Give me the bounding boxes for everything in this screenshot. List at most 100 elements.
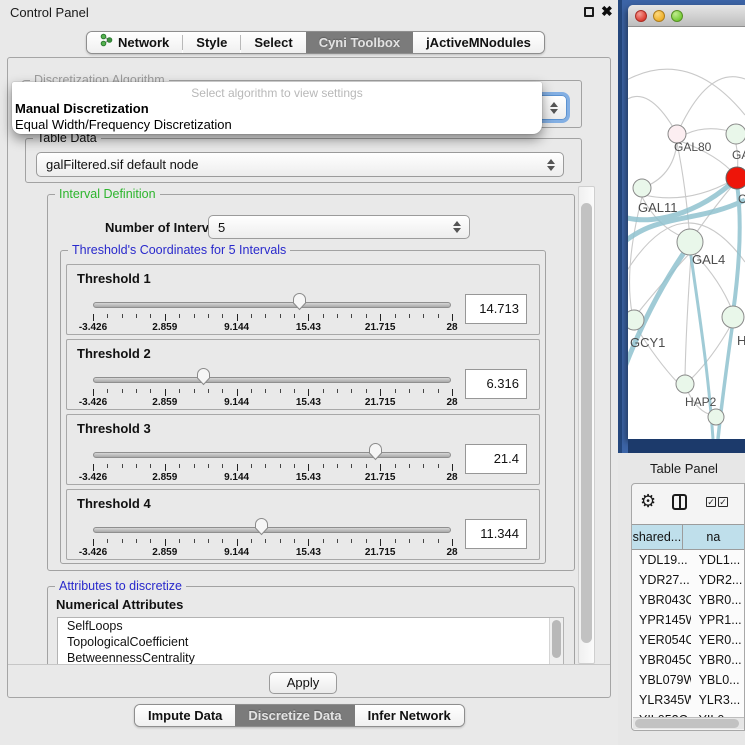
column-header-shared-name[interactable]: shared... [632, 525, 683, 549]
tick-label: 28 [446, 547, 457, 558]
vertical-scrollbar[interactable] [578, 186, 595, 664]
network-canvas[interactable]: GAL80GACGAL11GAL4GCY1HHAP2 [628, 27, 745, 439]
combo-stepper-icon [550, 102, 558, 114]
split-panel-icon[interactable] [672, 494, 687, 510]
checkbox-icon[interactable]: ✓ [718, 497, 728, 507]
thresholds-group: Threshold's Coordinates for 5 Intervals … [60, 250, 546, 564]
combo-stepper-icon [453, 221, 461, 233]
table-cell: YDR27... [632, 570, 691, 590]
numerical-attributes-label: Numerical Attributes [56, 597, 183, 612]
numerical-attributes-list[interactable]: SelfLoopsTopologicalCoefficientBetweenne… [57, 617, 564, 664]
table-toolbar: ⚙ ✓ ✓ [632, 484, 744, 524]
threshold-value-field[interactable]: 14.713 [465, 294, 527, 324]
slider-track[interactable] [93, 377, 451, 383]
tab-impute-data-label: Impute Data [148, 705, 222, 727]
table-row[interactable]: YPR145WYPR1... [632, 610, 744, 630]
table-row[interactable]: YBR045CYBR0... [632, 650, 744, 670]
gear-icon[interactable]: ⚙ [640, 492, 656, 512]
tab-impute-data[interactable]: Impute Data [135, 705, 235, 726]
table-row[interactable]: YBL079WYBL0... [632, 670, 744, 690]
algorithm-option-manual[interactable]: Manual Discretization [12, 100, 542, 116]
tab-discretize-data-label: Discretize Data [248, 705, 341, 727]
mac-minimize-button[interactable] [653, 10, 665, 22]
number-of-intervals-combobox[interactable]: 5 [208, 215, 470, 239]
threshold-value-field[interactable]: 11.344 [465, 519, 527, 549]
attribute-item[interactable]: SelfLoops [58, 618, 563, 634]
horizontal-scrollbar[interactable] [633, 717, 745, 729]
scrollbar-thumb[interactable] [552, 620, 561, 658]
desktop-background: GAL80GACGAL11GAL4GCY1HHAP2 [618, 0, 745, 453]
close-icon[interactable]: ✖ [601, 3, 613, 20]
tick-label: 28 [446, 322, 457, 333]
table-cell: YBL079W [632, 670, 691, 690]
tab-jactivemnodules[interactable]: jActiveMNodules [413, 32, 544, 53]
settings-scroll-area: Interval Definition Number of Intervals … [14, 186, 576, 664]
table-row[interactable]: YBR043CYBR0... [632, 590, 744, 610]
attribute-item[interactable]: BetweennessCentrality [58, 650, 563, 664]
tab-infer-network[interactable]: Infer Network [355, 705, 464, 726]
table-row[interactable]: YER054CYER0... [632, 630, 744, 650]
tab-network[interactable]: Network [87, 32, 182, 53]
tab-select[interactable]: Select [241, 32, 305, 53]
table-cell: YBR043C [632, 590, 691, 610]
table-cell: YDL1... [691, 550, 744, 570]
tab-cyni-toolbox-label: Cyni Toolbox [319, 32, 400, 54]
scrollbar-thumb[interactable] [635, 719, 739, 728]
tick-label: 28 [446, 472, 457, 483]
tab-discretize-data[interactable]: Discretize Data [235, 705, 354, 726]
float-panel-icon[interactable] [584, 7, 594, 17]
network-window-bottom-edge [628, 439, 745, 453]
algorithm-option-equal-width[interactable]: Equal Width/Frequency Discretization [12, 116, 542, 132]
node-label: GAL11 [638, 200, 678, 215]
threshold-value-field[interactable]: 6.316 [465, 369, 527, 399]
slider-tick-labels: -3.4262.8599.14415.4321.71528 [93, 547, 452, 559]
table-data-combobox[interactable]: galFiltered.sif default node [36, 152, 564, 177]
slider-ticks [93, 539, 452, 547]
tab-style[interactable]: Style [183, 32, 240, 53]
slider-tick-labels: -3.4262.8599.14415.4321.71528 [93, 397, 452, 409]
slider-track[interactable] [93, 452, 451, 458]
network-window-titlebar[interactable] [628, 5, 745, 27]
mac-close-button[interactable] [635, 10, 647, 22]
node-label: GCY1 [630, 335, 665, 350]
threshold-box: Threshold 4 -3.4262.8599.14415.4321.7152… [66, 489, 540, 560]
tab-cyni-toolbox[interactable]: Cyni Toolbox [306, 32, 413, 53]
mac-zoom-button[interactable] [671, 10, 683, 22]
slider-ticks [93, 314, 452, 322]
combo-stepper-icon [547, 159, 555, 171]
tick-label: 21.715 [365, 472, 396, 483]
table-cell: YPR145W [632, 610, 691, 630]
algorithm-dropdown-popup: Select algorithm to view settings Manual… [12, 82, 542, 134]
column-header-name[interactable]: na [683, 525, 744, 549]
slider-thumb[interactable] [368, 442, 383, 461]
table-row[interactable]: YDL19...YDL1... [632, 550, 744, 570]
tab-infer-network-label: Infer Network [368, 705, 451, 727]
slider-tick-labels: -3.4262.8599.14415.4321.71528 [93, 322, 452, 334]
table-row[interactable]: YLR345WYLR3... [632, 690, 744, 710]
scrollbar-thumb[interactable] [581, 203, 592, 643]
node-label: GA [732, 148, 745, 162]
algorithm-hint-text: Select algorithm to view settings [12, 82, 542, 100]
attribute-item[interactable]: TopologicalCoefficient [58, 634, 563, 650]
slider-thumb[interactable] [292, 292, 307, 311]
table-cell: YLR3... [691, 690, 744, 710]
table-cell: YBL0... [691, 670, 744, 690]
table-cell: YBR0... [691, 650, 744, 670]
table-cell: YBR045C [632, 650, 691, 670]
slider-ticks [93, 389, 452, 397]
control-panel: Control Panel ✖ Network Style Select Cyn… [0, 0, 618, 745]
slider-track[interactable] [93, 302, 451, 308]
table-row[interactable]: YDR27...YDR2... [632, 570, 744, 590]
apply-button[interactable]: Apply [269, 672, 337, 694]
threshold-value-field[interactable]: 21.4 [465, 444, 527, 474]
tab-select-label: Select [254, 32, 292, 54]
slider-track[interactable] [93, 527, 451, 533]
attribute-list-scrollbar[interactable] [549, 618, 563, 664]
threshold-box: Threshold 3 -3.4262.8599.14415.4321.7152… [66, 414, 540, 485]
network-view-window[interactable]: GAL80GACGAL11GAL4GCY1HHAP2 [628, 5, 745, 439]
tick-label: 28 [446, 397, 457, 408]
checkbox-icon[interactable]: ✓ [706, 497, 716, 507]
slider-thumb[interactable] [254, 517, 269, 536]
slider-thumb[interactable] [196, 367, 211, 386]
table-header: shared... na [632, 524, 744, 550]
